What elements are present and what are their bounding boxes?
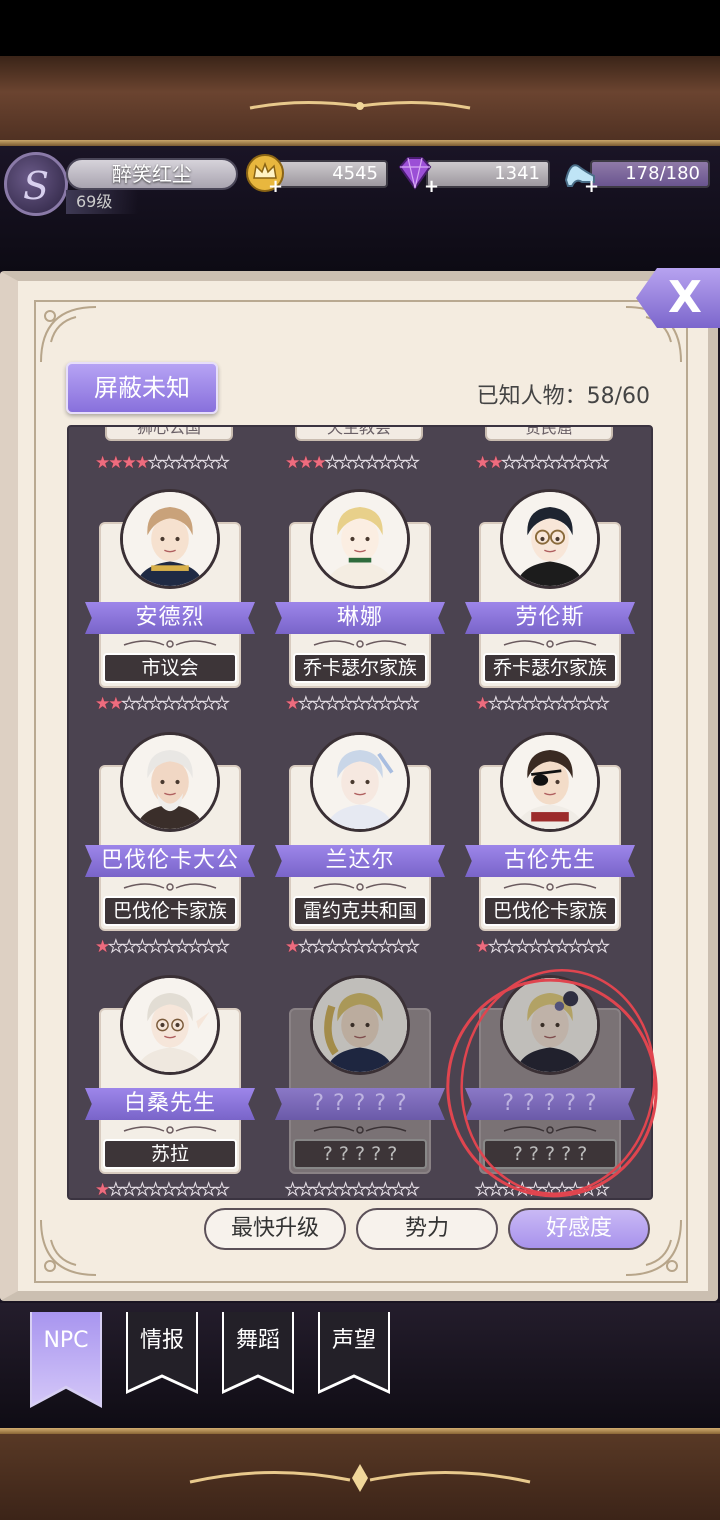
sort-faction-button[interactable]: 势力 xyxy=(356,1208,498,1250)
flourish-divider-icon xyxy=(503,640,597,648)
character-faction: 雷约克共和国 xyxy=(293,896,427,926)
top-ornament xyxy=(249,100,471,110)
player-avatar[interactable]: S xyxy=(4,152,68,216)
bottom-divider xyxy=(0,1428,720,1434)
character-faction: 巴伐伦卡家族 xyxy=(483,896,617,926)
character-name: ? ? ? ? ? xyxy=(275,1088,445,1120)
affection-stars: ★★★★★★★★★★ xyxy=(95,694,230,715)
character-faction: 乔卡瑟尔家族 xyxy=(483,653,617,683)
affection-stars: ★★★★★★★★★★ xyxy=(285,937,420,958)
blonde-lady-portrait-icon xyxy=(310,489,410,589)
character-faction: 乔卡瑟尔家族 xyxy=(293,653,427,683)
silver-haired-man-portrait-icon xyxy=(310,732,410,832)
gold-value: 4545 xyxy=(270,160,388,188)
man-military-portrait-icon xyxy=(120,489,220,589)
affection-stars: ★★★★★★★★★★ xyxy=(475,937,610,958)
affection-stars: ★★★★★★★★★★ xyxy=(285,694,420,715)
add-gem-icon[interactable]: + xyxy=(424,176,439,197)
flourish-divider-icon xyxy=(503,1126,597,1134)
character-name: 白桑先生 xyxy=(85,1088,255,1120)
character-name: 安德烈 xyxy=(85,602,255,634)
previous-row-faction: 狮心公国 xyxy=(105,427,233,441)
previous-row-faction: 贫民窟 xyxy=(485,427,613,441)
previous-row-faction: 天主教会 xyxy=(295,427,423,441)
affection-stars: ★★★★★★★★★★ xyxy=(285,453,420,474)
affection-stars: ★★★★★★★★★★ xyxy=(474,1180,610,1200)
affection-stars: ★★★★★★★★★★ xyxy=(95,937,230,958)
bottom-ornament xyxy=(189,1464,531,1492)
known-characters-count: 已知人物：58/60 xyxy=(476,384,650,409)
affection-stars: ★★★★★★★★★★ xyxy=(284,1180,420,1200)
character-name: 琳娜 xyxy=(275,602,445,634)
affection-stars: ★★★★★★★★★★ xyxy=(95,453,230,474)
character-faction: 苏拉 xyxy=(103,1139,237,1169)
svg-text:S: S xyxy=(23,164,49,207)
flourish-divider-icon xyxy=(123,640,217,648)
elf-scholar-portrait-icon xyxy=(120,975,220,1075)
hide-unknown-button[interactable]: 屏蔽未知 xyxy=(66,362,218,414)
character-name: 兰达尔 xyxy=(275,845,445,877)
stamina-value: 178/180 xyxy=(590,160,710,188)
flourish-divider-icon xyxy=(123,1126,217,1134)
player-level: 69级 xyxy=(66,190,138,214)
character-faction: 巴伐伦卡家族 xyxy=(103,896,237,926)
character-name: 古伦先生 xyxy=(465,845,635,877)
blonde-prince-portrait-icon xyxy=(310,975,410,1075)
flourish-divider-icon xyxy=(313,1126,407,1134)
character-faction: ? ? ? ? ? xyxy=(483,1139,617,1169)
glasses-butler-portrait-icon xyxy=(500,489,600,589)
player-name: 醉笑红尘 xyxy=(66,158,238,190)
blonde-princess-portrait-icon xyxy=(500,975,600,1075)
corner-ornament-icon xyxy=(40,1219,97,1276)
add-stamina-icon[interactable]: + xyxy=(584,176,599,197)
flourish-divider-icon xyxy=(503,883,597,891)
character-faction: ? ? ? ? ? xyxy=(293,1139,427,1169)
affection-stars: ★★★★★★★★★★ xyxy=(475,453,610,474)
affection-stars: ★★★★★★★★★★ xyxy=(95,1180,230,1200)
character-name: 劳伦斯 xyxy=(465,602,635,634)
add-gold-icon[interactable]: + xyxy=(268,176,283,197)
sort-affection-button[interactable]: 好感度 xyxy=(508,1208,650,1250)
character-faction: 市议会 xyxy=(103,653,237,683)
character-grid[interactable]: 狮心公国 ★★★★★★★★★★ 天主教会 ★★★★★★★★★★ 贫民窟 ★★★★★★★★★… xyxy=(67,425,653,1200)
flourish-divider-icon xyxy=(313,640,407,648)
gem-value: 1341 xyxy=(426,160,550,188)
affection-stars: ★★★★★★★★★★ xyxy=(475,694,610,715)
eyepatch-man-portrait-icon xyxy=(500,732,600,832)
character-name: 巴伐伦卡大公 xyxy=(85,845,255,877)
flourish-divider-icon xyxy=(123,883,217,891)
white-haired-duke-portrait-icon xyxy=(120,732,220,832)
flourish-divider-icon xyxy=(313,883,407,891)
sort-fastest-levelup-button[interactable]: 最快升级 xyxy=(204,1208,346,1250)
status-bar xyxy=(0,0,720,56)
character-name: ? ? ? ? ? xyxy=(465,1088,635,1120)
